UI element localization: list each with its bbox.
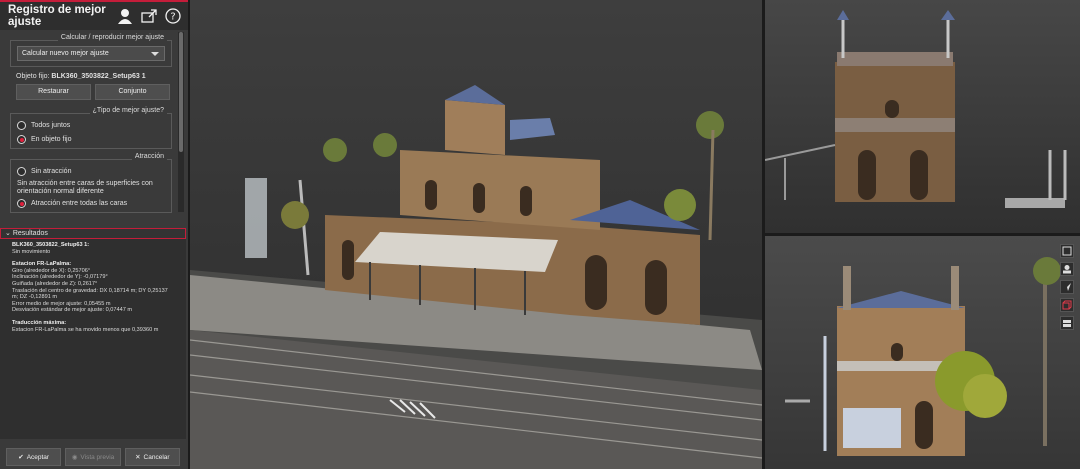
results-max-translation-title: Traducción máxima: [12,319,67,326]
point-cloud-station-perspective [190,85,762,469]
fit-view-icon[interactable] [1060,244,1074,258]
best-fit-panel: Registro de mejor ajuste ? Calcular / re… [0,0,188,469]
results-line: Desviación estándar de mejor ajuste: 0,0… [12,307,133,314]
preview-button[interactable]: ◉ Vista previa [65,448,121,466]
user-icon[interactable] [116,7,134,25]
cancel-label: Cancelar [143,453,170,461]
panel-header: Registro de mejor ajuste ? [0,2,188,30]
results-station-title: Estacion FR-LaPalma: [12,261,72,268]
preview-label: Vista previa [80,453,115,461]
results-line: Giro (alrededor de X): 0,25706° [12,267,91,274]
main-3d-viewport[interactable] [190,0,762,469]
check-icon: ✔ [18,454,24,461]
results-movement: Sin movimiento [12,248,51,255]
results-header[interactable]: ⌄ Resultados [0,228,186,239]
results-line: Traslación del centro de gravedad: DX 0,… [12,287,168,294]
side-view-viewport[interactable] [765,0,1080,233]
attraction-description: Sin atracción entre caras de superficies… [17,180,153,195]
fixed-object-value: BLK360_3503822_Setup63 1 [51,73,146,80]
user-view-icon[interactable] [1060,262,1074,276]
view-toolbar [1060,244,1074,330]
cube-view-icon[interactable] [1060,298,1074,312]
fixed-object-label: Objeto fijo: [16,73,50,80]
calc-mode-select[interactable]: Calcular nuevo mejor ajuste [17,46,165,61]
attraction-legend: Atracción [131,153,167,160]
accept-button[interactable]: ✔ Aceptar [6,448,62,466]
restore-button[interactable]: Restaurar [16,84,91,100]
radio-label: En objeto fijo [31,136,72,143]
svg-text:?: ? [170,12,175,23]
attraction-group: Atracción Sin atracción Sin atracción en… [10,153,172,213]
results-line: Error medio de mejor ajuste: 0,05455 m [12,300,111,307]
panel-scrollbar[interactable] [178,32,184,212]
close-icon: ✕ [135,454,141,461]
results-line: m; DZ -0,12891 m [12,294,58,301]
radio-all-together[interactable]: Todos juntos [17,121,70,130]
navigate-icon[interactable] [1060,280,1074,294]
radio-indicator[interactable] [17,167,26,176]
point-cloud-side-elevation [765,10,1067,208]
front-view-viewport[interactable] [765,236,1080,469]
results-content: BLK360_3503822_Setup63 1: Sin movimiento… [0,239,186,439]
radio-label: Atracción entre todas las caras [31,200,128,207]
radio-label: Todos juntos [31,122,71,129]
fixed-object-row: Objeto fijo: BLK360_3503822_Setup63 1 [16,73,146,80]
cancel-button[interactable]: ✕ Cancelar [124,448,180,466]
results-line: Inclinación (alrededor de Y): -0,07179° [12,274,108,281]
radio-indicator[interactable] [17,121,26,130]
fit-type-group: ¿Tipo de mejor ajuste? Todos juntos En o… [10,107,172,149]
radio-indicator-selected[interactable] [17,199,26,208]
chevron-down-icon [151,52,159,56]
radio-label: Sin atracción [31,168,72,175]
scrollbar-thumb[interactable] [179,32,183,152]
panel-footer: ✔ Aceptar ◉ Vista previa ✕ Cancelar [0,445,186,469]
calc-group-legend: Calcular / reproducir mejor ajuste [57,34,167,41]
results-object-title: BLK360_3503822_Setup63 1: [12,242,90,248]
radio-attraction-all-faces[interactable]: Atracción entre todas las caras [17,199,127,208]
help-icon[interactable]: ? [164,7,182,25]
panel-title: Registro de mejor ajuste [8,4,106,28]
export-icon[interactable] [140,7,158,25]
fit-type-legend: ¿Tipo de mejor ajuste? [89,107,167,114]
point-cloud-front-elevation [785,257,1061,456]
set-button[interactable]: Conjunto [95,84,170,100]
radio-no-attraction[interactable]: Sin atracción [17,167,71,176]
calc-group: Calcular / reproducir mejor ajuste Calcu… [10,34,172,67]
eye-icon: ◉ [71,454,78,461]
calc-mode-value: Calcular nuevo mejor ajuste [22,50,109,57]
results-max-translation-text: Estacion FR-LaPalma se ha movido menos q… [12,326,159,333]
radio-indicator-selected[interactable] [17,135,26,144]
chevron-down-icon: ⌄ [5,230,11,237]
results-header-label: Resultados [12,230,48,237]
results-line: Guiñada (alrededor de Z): 0,2617° [12,280,98,287]
radio-on-fixed-object[interactable]: En objeto fijo [17,135,71,144]
layers-icon[interactable] [1060,316,1074,330]
accept-label: Aceptar [26,453,50,461]
